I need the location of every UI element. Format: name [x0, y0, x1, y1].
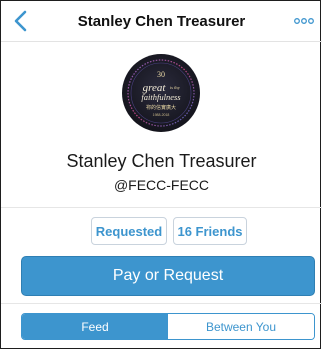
pay-or-request-button[interactable]: Pay or Request — [21, 256, 315, 296]
anniversary-badge-image: 30 great is thy faithfulness 祢的信實廣大 1988… — [122, 54, 200, 132]
navigation-bar: Stanley Chen Treasurer — [1, 1, 322, 42]
svg-text:祢的信實廣大: 祢的信實廣大 — [146, 104, 176, 111]
more-options-button[interactable] — [292, 13, 316, 29]
profile-handle: @FECC-FECC — [113, 177, 210, 193]
requested-button[interactable]: Requested — [91, 217, 167, 245]
page-title: Stanley Chen Treasurer — [77, 12, 246, 30]
tab-between-you[interactable]: Between You — [168, 314, 314, 339]
divider — [1, 207, 322, 208]
chevron-left-icon — [14, 10, 27, 32]
svg-text:1988-2018: 1988-2018 — [153, 113, 170, 117]
svg-text:faithfulness: faithfulness — [141, 92, 181, 102]
feed-tabs: Feed Between You — [21, 313, 315, 340]
avatar[interactable]: 30 great is thy faithfulness 祢的信實廣大 1988… — [121, 53, 201, 133]
tab-feed[interactable]: Feed — [22, 314, 168, 339]
svg-text:is thy: is thy — [170, 85, 181, 90]
ellipsis-icon — [294, 18, 314, 24]
back-button[interactable] — [7, 7, 33, 35]
friends-button[interactable]: 16 Friends — [173, 217, 247, 245]
profile-name: Stanley Chen Treasurer — [66, 151, 257, 171]
app-frame: Stanley Chen Treasurer 30 great is thy f… — [0, 0, 322, 349]
divider — [1, 303, 322, 304]
svg-text:30: 30 — [157, 70, 165, 79]
